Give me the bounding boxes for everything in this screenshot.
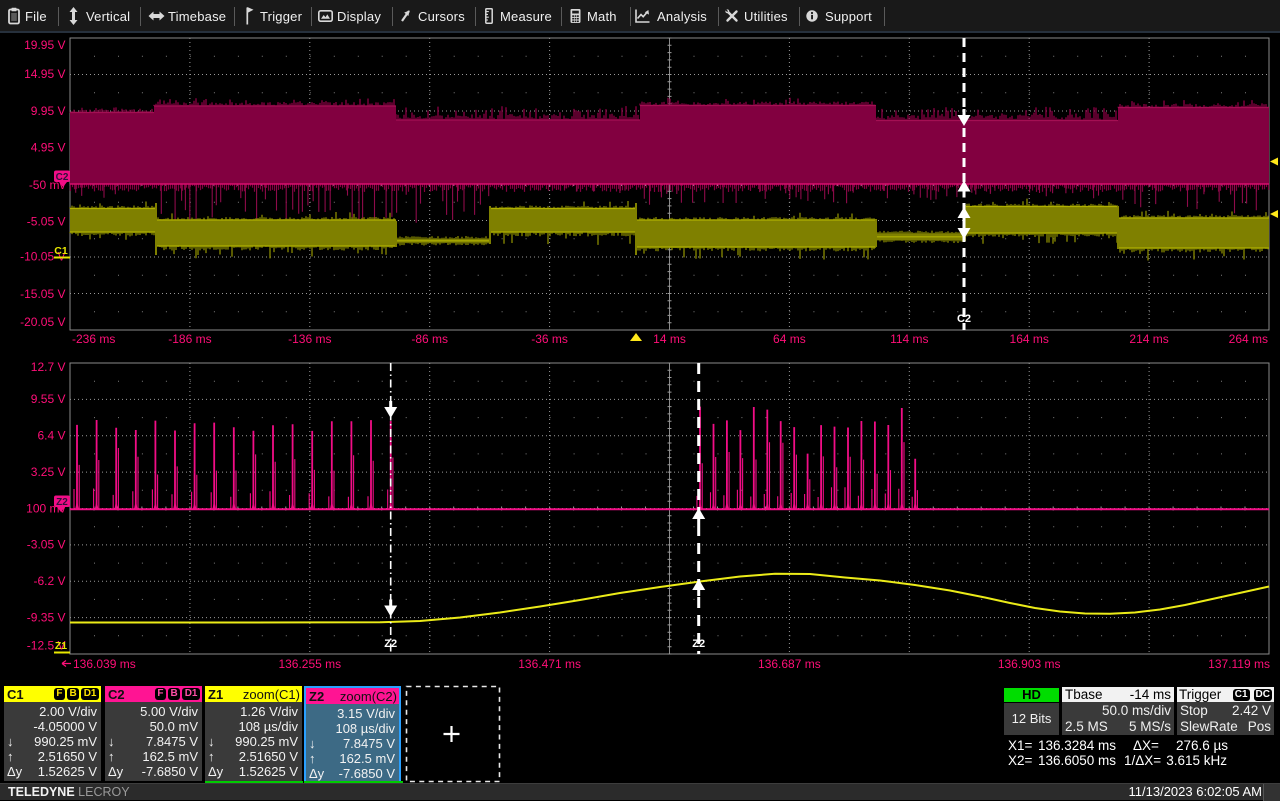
svg-text:136.255 ms: 136.255 ms (278, 657, 341, 671)
svg-text:C2: C2 (56, 172, 69, 183)
svg-text:136.039 ms: 136.039 ms (73, 657, 136, 671)
svg-text:4.95 V: 4.95 V (31, 141, 66, 155)
svg-text:-3.05 V: -3.05 V (27, 538, 66, 552)
svg-text:Z2: Z2 (692, 638, 705, 650)
svg-text:136.471 ms: 136.471 ms (518, 657, 581, 671)
svg-text:12.7 V: 12.7 V (31, 360, 66, 374)
svg-text:Z2: Z2 (56, 497, 68, 508)
svg-text:14 ms: 14 ms (653, 332, 686, 346)
svg-text:9.55 V: 9.55 V (31, 392, 66, 406)
svg-text:6.4 V: 6.4 V (37, 429, 65, 443)
svg-text:3.25 V: 3.25 V (31, 465, 66, 479)
svg-text:-15.05 V: -15.05 V (20, 287, 65, 301)
svg-text:-186 ms: -186 ms (168, 332, 211, 346)
svg-text:C2: C2 (957, 313, 971, 325)
svg-text:9.95 V: 9.95 V (31, 104, 66, 118)
svg-text:137.119 ms: 137.119 ms (1208, 657, 1270, 671)
svg-text:214 ms: 214 ms (1129, 332, 1168, 346)
svg-text:Z2: Z2 (384, 638, 397, 650)
svg-text:-236 ms: -236 ms (72, 332, 115, 346)
svg-text:-6.2 V: -6.2 V (33, 574, 65, 588)
svg-text:-86 ms: -86 ms (411, 332, 448, 346)
svg-text:64 ms: 64 ms (773, 332, 806, 346)
svg-text:C1: C1 (54, 245, 68, 257)
svg-text:-9.35 V: -9.35 V (27, 611, 66, 625)
svg-text:264 ms: 264 ms (1229, 332, 1268, 346)
svg-text:136.687 ms: 136.687 ms (758, 657, 821, 671)
svg-text:14.95 V: 14.95 V (24, 67, 65, 81)
svg-text:-20.05 V: -20.05 V (20, 315, 65, 329)
svg-text:-5.05 V: -5.05 V (27, 215, 66, 229)
svg-text:-36 ms: -36 ms (531, 332, 568, 346)
svg-text:19.95 V: 19.95 V (24, 38, 65, 52)
svg-text:136.903 ms: 136.903 ms (998, 657, 1061, 671)
svg-text:-136 ms: -136 ms (288, 332, 331, 346)
svg-text:Z1: Z1 (55, 640, 67, 652)
svg-text:114 ms: 114 ms (890, 332, 928, 346)
svg-text:164 ms: 164 ms (1010, 332, 1049, 346)
